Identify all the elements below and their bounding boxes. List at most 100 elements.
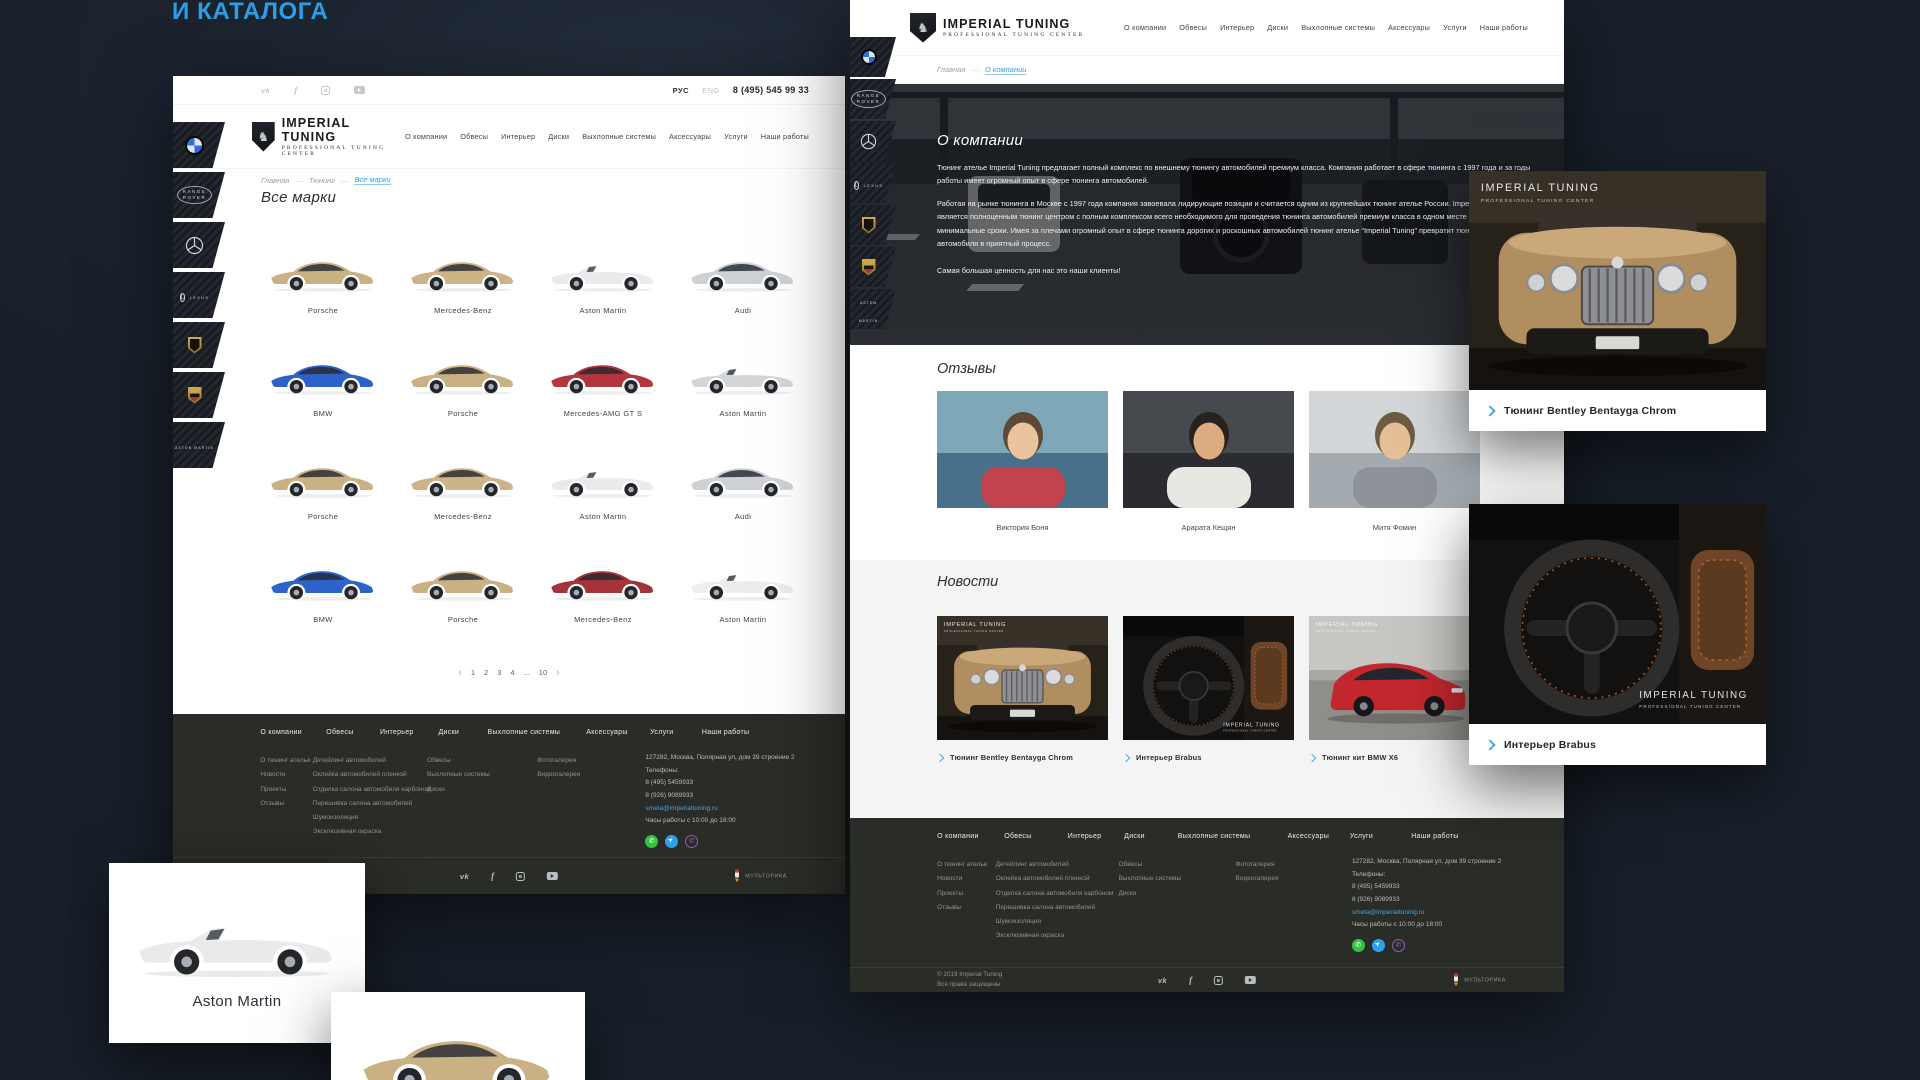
badge-porsche[interactable] — [173, 372, 225, 418]
nav-item[interactable]: Выхлопные системы — [1301, 23, 1375, 32]
nav-item[interactable]: О компании — [1124, 23, 1166, 32]
review-card[interactable]: Арарата Кещян — [1123, 391, 1294, 532]
nav-item[interactable]: Обвесы — [1179, 23, 1207, 32]
footer-phone-2[interactable]: 8 (926) 9089933 — [645, 790, 794, 803]
footer-menu-item[interactable]: Выхлопные системы — [1178, 833, 1251, 840]
footer-menu-item[interactable]: Интерьер — [380, 729, 414, 736]
vk-icon[interactable]: vk — [1158, 976, 1167, 985]
telegram-icon[interactable]: ➤ — [1372, 939, 1385, 952]
nav-item[interactable]: О компании — [405, 132, 447, 141]
footer-link[interactable]: Перешивка салона автомобилей — [313, 797, 431, 811]
card-title-bar[interactable]: Интерьер Brabus — [1469, 724, 1766, 765]
car-item[interactable]: Porsche — [393, 341, 533, 429]
nav-item[interactable]: Аксессуары — [669, 132, 711, 141]
pagination-page[interactable]: 4 — [510, 668, 514, 677]
footer-link[interactable]: Выхлопные системы — [1118, 872, 1181, 886]
phone-number[interactable]: 8 (495) 545 99 33 — [733, 85, 809, 95]
youtube-icon[interactable] — [1245, 976, 1256, 984]
footer-phone-2[interactable]: 8 (926) 9089933 — [1352, 894, 1501, 907]
footer-link[interactable]: Перешивка салона автомобилей — [996, 901, 1114, 915]
footer-link[interactable]: Детейлинг автомобилей — [996, 858, 1114, 872]
footer-menu-item[interactable]: Услуги — [650, 729, 673, 736]
logo[interactable]: ♞ IMPERIAL TUNING PROFESSIONAL TUNING CE… — [910, 13, 1084, 43]
breadcrumb-tuning[interactable]: Тюнинг — [309, 176, 335, 185]
footer-menu-item[interactable]: О компании — [937, 833, 979, 840]
footer-menu-item[interactable]: Наши работы — [1411, 833, 1459, 840]
footer-phone-1[interactable]: 8 (495) 5459933 — [645, 777, 794, 790]
footer-menu-item[interactable]: Аксессуары — [586, 729, 627, 736]
car-item[interactable]: Aston Martin — [533, 444, 673, 532]
footer-link[interactable]: Детейлинг автомобилей — [313, 754, 431, 768]
nav-item[interactable]: Диски — [548, 132, 569, 141]
whatsapp-icon[interactable]: ✆ — [1352, 939, 1365, 952]
facebook-icon[interactable]: f — [294, 85, 297, 95]
badge-range-rover[interactable]: RANGEROVER — [173, 172, 225, 218]
footer-menu-item[interactable]: Наши работы — [702, 729, 750, 736]
car-item[interactable]: Mercedes-Benz — [393, 238, 533, 326]
studio-credit[interactable]: МУЛЬТОРИКА — [733, 870, 787, 883]
youtube-icon[interactable] — [354, 86, 365, 94]
footer-link[interactable]: Обвесы — [1118, 858, 1181, 872]
car-item[interactable]: BMW — [253, 341, 393, 429]
car-item[interactable]: Mercedes-AMG GT S — [533, 341, 673, 429]
footer-menu-item[interactable]: Обвесы — [1004, 833, 1031, 840]
pagination-page[interactable]: 10 — [539, 668, 547, 677]
pagination-prev[interactable]: ‹ — [459, 667, 462, 678]
footer-link[interactable]: О тюнинг ателье — [937, 858, 987, 872]
footer-link[interactable]: Выхлопные системы — [427, 768, 490, 782]
nav-item[interactable]: Услуги — [1443, 23, 1467, 32]
footer-menu-item[interactable]: Обвесы — [326, 729, 353, 736]
footer-link[interactable]: Отделка салона автомобиля карбоном — [996, 887, 1114, 901]
nav-item[interactable]: Интерьер — [1220, 23, 1254, 32]
footer-link[interactable]: О тюнинг ателье — [260, 754, 310, 768]
news-card-bentley[interactable]: IMPERIAL TUNING PROFESSIONAL TUNING CENT… — [937, 616, 1108, 762]
footer-link[interactable]: Фотогалерея — [1236, 858, 1279, 872]
badge-range-rover[interactable]: RANGEROVER — [850, 79, 896, 119]
card-title-bar[interactable]: Тюнинг Bentley Bentayga Chrom — [1469, 390, 1766, 431]
card-porsche[interactable] — [331, 992, 585, 1080]
viber-icon[interactable]: ✆ — [685, 835, 698, 848]
viber-icon[interactable]: ✆ — [1392, 939, 1405, 952]
footer-link[interactable]: Эксклюзивная окраска — [996, 929, 1114, 943]
car-item[interactable]: Mercedes-Benz — [393, 444, 533, 532]
card-bentley[interactable]: IMPERIAL TUNING PROFESSIONAL TUNING CENT… — [1469, 171, 1766, 431]
lang-rus[interactable]: РУС — [673, 86, 690, 95]
logo[interactable]: ♞ IMPERIAL TUNING PROFESSIONAL TUNING CE… — [252, 116, 405, 157]
footer-link[interactable]: Эксклюзивная окраска — [313, 825, 431, 839]
badge-mercedes[interactable] — [173, 222, 225, 268]
review-card[interactable]: Митя Фомин — [1309, 391, 1480, 532]
nav-item[interactable]: Услуги — [724, 132, 748, 141]
footer-menu-item[interactable]: Выхлопные системы — [487, 729, 560, 736]
news-card-brabus[interactable]: IMPERIAL TUNING PROFESSIONAL TUNING CENT… — [1123, 616, 1294, 762]
footer-link[interactable]: Отзывы — [937, 901, 987, 915]
footer-link[interactable]: Диски — [1118, 887, 1181, 901]
instagram-icon[interactable] — [516, 872, 525, 881]
facebook-icon[interactable]: f — [1189, 975, 1192, 985]
footer-link[interactable]: Новости — [937, 872, 987, 886]
vk-icon[interactable]: vk — [261, 86, 270, 95]
footer-link[interactable]: Видеогалерея — [1236, 872, 1279, 886]
badge-bmw[interactable] — [173, 122, 225, 168]
email-link[interactable]: smeta@imperialtuning.ru — [1352, 907, 1501, 920]
footer-link[interactable]: Отделка салона автомобиля карбоном — [313, 783, 431, 797]
footer-link[interactable]: Оклейка автомобилей пленкой — [996, 872, 1114, 886]
footer-link[interactable]: Отзывы — [260, 797, 310, 811]
badge-aston-martin[interactable]: ASTON MARTIN — [173, 422, 225, 468]
badge-aston-martin[interactable]: ASTON MARTIN — [850, 289, 896, 329]
instagram-icon[interactable] — [1214, 976, 1223, 985]
car-item[interactable]: Mercedes-Benz — [533, 547, 673, 635]
breadcrumb-home[interactable]: Главная — [937, 65, 965, 74]
badge-lexus[interactable]: L LEXUS — [850, 163, 896, 203]
nav-item[interactable]: Обвесы — [460, 132, 488, 141]
pagination-page[interactable]: 1 — [471, 668, 475, 677]
pagination-page[interactable]: 2 — [484, 668, 488, 677]
badge-lamborghini[interactable] — [173, 322, 225, 368]
card-brabus[interactable]: IMPERIAL TUNING PROFESSIONAL TUNING CENT… — [1469, 504, 1766, 765]
footer-menu-item[interactable]: Диски — [1124, 833, 1145, 840]
breadcrumb-home[interactable]: Главная — [261, 176, 289, 185]
car-item[interactable]: BMW — [253, 547, 393, 635]
pagination-next[interactable]: › — [556, 667, 559, 678]
nav-item[interactable]: Диски — [1267, 23, 1288, 32]
badge-bmw[interactable] — [850, 37, 896, 77]
nav-item[interactable]: Аксессуары — [1388, 23, 1430, 32]
